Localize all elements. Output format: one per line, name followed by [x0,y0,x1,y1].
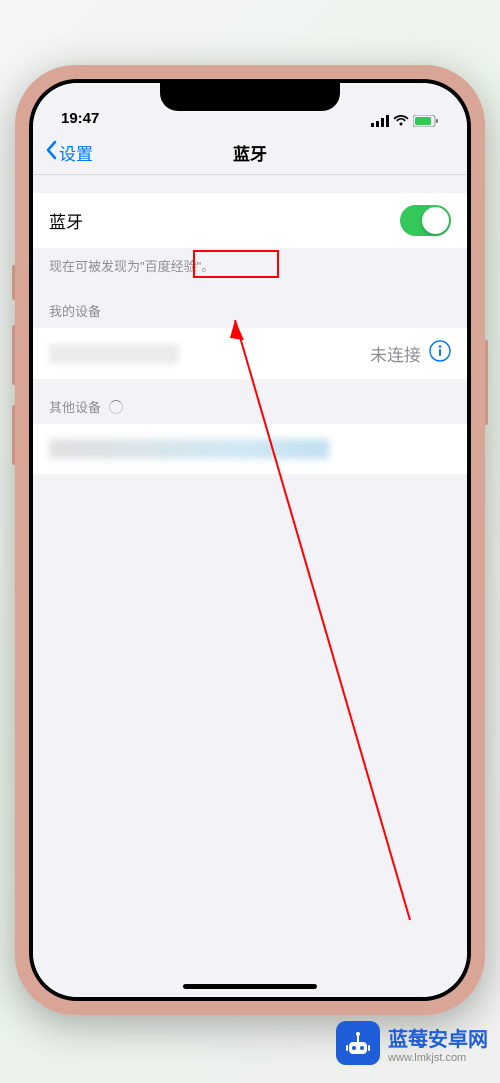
battery-icon [413,115,439,127]
side-button-silent [12,265,15,300]
back-button[interactable]: 设置 [45,140,93,165]
content-area: 蓝牙 现在可被发现为"百度经验"。 我的设备 [33,193,467,997]
bluetooth-toggle[interactable] [400,205,451,236]
wifi-icon [393,115,409,127]
device-status: 未连接 [370,340,451,367]
watermark-title: 蓝莓安卓网 [388,1023,488,1052]
nav-bar: 设置 蓝牙 [33,131,467,175]
discoverable-prefix: 现在可被发现为 [49,259,140,274]
watermark-text: 蓝莓安卓网 www.lmkjst.com [388,1023,488,1064]
watermark-url: www.lmkjst.com [388,1052,488,1064]
home-indicator[interactable] [183,984,317,989]
phone-bezel: 19:47 [29,79,471,1001]
bluetooth-toggle-row: 蓝牙 [33,193,467,248]
my-device-row[interactable]: 未连接 [33,328,467,379]
phone-frame: 19:47 [15,65,485,1015]
notch [160,83,340,111]
other-devices-header: 其他设备 [33,379,467,424]
side-button-volume-down [12,405,15,465]
my-devices-label: 我的设备 [49,301,101,320]
screen: 19:47 [33,83,467,997]
bluetooth-label: 蓝牙 [49,208,83,233]
status-time: 19:47 [61,110,99,127]
device-status-text: 未连接 [370,341,421,366]
status-icons [371,115,439,127]
other-devices-label: 其他设备 [49,397,101,416]
toggle-knob [422,207,449,234]
chevron-left-icon [45,140,57,165]
side-button-volume-up [12,325,15,385]
other-device-name-redacted [49,439,329,459]
side-button-power [485,340,488,425]
other-device-row[interactable] [33,424,467,474]
watermark-logo-icon [336,1021,380,1065]
signal-icon [371,115,389,127]
info-icon[interactable] [429,340,451,367]
discoverable-suffix: 。 [201,259,214,274]
discoverable-text: 现在可被发现为"百度经验"。 [33,248,467,283]
spinner-icon [109,400,123,414]
watermark: 蓝莓安卓网 www.lmkjst.com [336,1021,488,1065]
discoverable-device-name: "百度经验" [140,259,201,274]
device-name-redacted [49,344,179,364]
my-devices-header: 我的设备 [33,283,467,328]
back-label: 设置 [59,140,93,165]
nav-title: 蓝牙 [233,140,267,165]
